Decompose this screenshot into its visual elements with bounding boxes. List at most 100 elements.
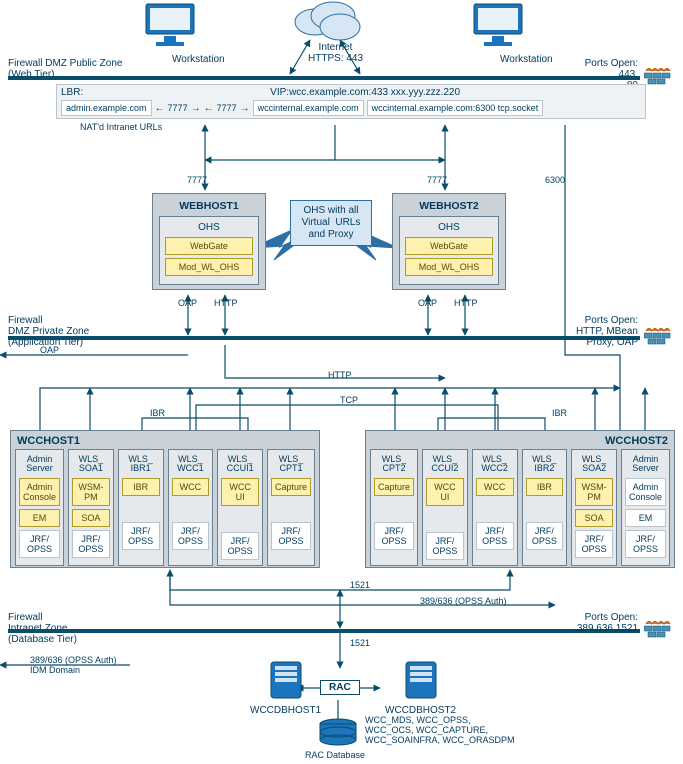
internet-label: Internet HTTPS: 443 bbox=[308, 42, 363, 64]
col-title: WLS_ SOA1 bbox=[72, 453, 110, 475]
component-chip: WCC UI bbox=[221, 478, 259, 506]
component-chip: SOA bbox=[575, 509, 613, 527]
managed-server-col: WLS_ CCUI2WCC UIJRF/ OPSS bbox=[422, 449, 468, 566]
component-chip: JRF/ OPSS bbox=[19, 530, 60, 558]
col-title: Admin Server bbox=[19, 453, 60, 475]
webhost2-title: WEBHOST2 bbox=[399, 200, 499, 212]
lbr-vip: VIP:wcc.example.com:433 xxx.yyy.zzz.220 bbox=[89, 87, 641, 98]
webhost1-title: WEBHOST1 bbox=[159, 200, 259, 212]
col-title: Admin Server bbox=[625, 453, 666, 475]
wcchost2: WCCHOST2 WLS_ CPT2CaptureJRF/ OPSSWLS_ C… bbox=[365, 430, 675, 568]
component-chip: Admin Console bbox=[625, 478, 666, 506]
component-chip: JRF/ OPSS bbox=[122, 522, 160, 550]
db-schemas: WCC_MDS, WCC_OPSS, WCC_OCS, WCC_CAPTURE,… bbox=[365, 715, 515, 745]
component-chip: Capture bbox=[271, 478, 311, 496]
fw2-ibr-r: IBR bbox=[552, 408, 567, 418]
managed-server-col: WLS_ SOA1 WSM- PM SOA JRF/ OPSS bbox=[68, 449, 114, 566]
proto-oap2: OAP bbox=[418, 298, 437, 308]
lbr-nat-label: NAT'd Intranet URLs bbox=[80, 122, 162, 132]
proto-http2: HTTP bbox=[454, 298, 478, 308]
webhost1-mod: Mod_WL_OHS bbox=[165, 258, 253, 276]
server-icon bbox=[265, 660, 307, 702]
proto-http1: HTTP bbox=[214, 298, 238, 308]
component-chip: JRF/ OPSS bbox=[271, 522, 311, 550]
component-chip: EM bbox=[19, 509, 60, 527]
managed-server-col: WLS_ SOA2WSM- PMSOAJRF/ OPSS bbox=[571, 449, 617, 566]
workstation-left-icon bbox=[142, 2, 198, 50]
internet-name: Internet bbox=[308, 42, 363, 53]
webhost2: WEBHOST2 OHS WebGate Mod_WL_OHS bbox=[392, 193, 506, 290]
component-chip: WSM- PM bbox=[72, 478, 110, 506]
fw2-left-label: Firewall DMZ Private Zone (Application T… bbox=[8, 315, 89, 348]
component-chip: JRF/ OPSS bbox=[172, 522, 210, 550]
col-title: WLS_ CCUI1 bbox=[221, 453, 259, 475]
col-title: WLS_ CPT1 bbox=[271, 453, 311, 475]
fw2-right-label: Ports Open: HTTP, MBean Proxy, OAP bbox=[573, 315, 638, 348]
port-6300: 6300 bbox=[545, 175, 565, 185]
component-chip: SOA bbox=[72, 509, 110, 527]
workstation-left-label: Workstation bbox=[172, 54, 225, 65]
dbhost1-label: WCCDBHOST1 bbox=[250, 705, 321, 716]
workstation-right-label: Workstation bbox=[500, 54, 553, 65]
dbhost2: WCCDBHOST2 bbox=[385, 660, 456, 716]
fw3-bar bbox=[8, 629, 640, 633]
webhost2-ohs-label: OHS bbox=[405, 222, 493, 233]
rac-db-label: RAC Database bbox=[305, 750, 365, 760]
managed-server-col: WLS_ WCC2WCCJRF/ OPSS bbox=[472, 449, 518, 566]
lbr-url-socket: wccinternal.example.com:6300 tcp.socket bbox=[367, 100, 544, 116]
lbr-url-internal: wccinternal.example.com bbox=[253, 100, 364, 116]
webhost1-ohs-label: OHS bbox=[165, 222, 253, 233]
port-1521-bottom: 1521 bbox=[350, 638, 370, 648]
proto-oap1: OAP bbox=[178, 298, 197, 308]
ohs-center: OHS with all Virtual URLs and Proxy bbox=[290, 200, 372, 246]
managed-server-col: WLS_ CPT1 Capture JRF/ OPSS bbox=[267, 449, 315, 566]
component-chip: WCC UI bbox=[426, 478, 464, 506]
webhost1-ohs: OHS WebGate Mod_WL_OHS bbox=[159, 216, 259, 285]
webhost1: WEBHOST1 OHS WebGate Mod_WL_OHS bbox=[152, 193, 266, 290]
wcchost1-title: WCCHOST1 bbox=[17, 435, 80, 447]
fw2-icon bbox=[644, 325, 672, 350]
component-chip: JRF/ OPSS bbox=[526, 522, 564, 550]
component-chip: JRF/ OPSS bbox=[221, 532, 259, 560]
managed-server-col: Admin ServerAdmin ConsoleEMJRF/ OPSS bbox=[621, 449, 670, 566]
opss-auth: 389/636 (OPSS Auth) bbox=[420, 596, 507, 606]
component-chip: WSM- PM bbox=[575, 478, 613, 506]
managed-server-col: WLS_ IBR2 IBR JRF/ OPSS bbox=[522, 449, 568, 566]
lbr-prefix: LBR: bbox=[61, 87, 83, 98]
fw2-oap: OAP bbox=[40, 345, 59, 355]
col-title: WLS_ CCUI2 bbox=[426, 453, 464, 475]
col-title: WLS_ IBR2 bbox=[526, 453, 564, 475]
component-chip: IBR bbox=[526, 478, 564, 496]
col-title: WLS_ WCC1 bbox=[172, 453, 210, 475]
webhost2-mod: Mod_WL_OHS bbox=[405, 258, 493, 276]
managed-server-col: WLS_ CCUI1 WCC UI JRF/ OPSS bbox=[217, 449, 263, 566]
managed-server-col: WLS_ IBR1IBRJRF/ OPSS bbox=[118, 449, 164, 566]
lbr-box: LBR: VIP:wcc.example.com:433 xxx.yyy.zzz… bbox=[56, 84, 646, 119]
webhost2-webgate: WebGate bbox=[405, 237, 493, 255]
managed-server-col: Admin Server Admin Console EM JRF/ OPSS bbox=[15, 449, 64, 566]
col-title: WLS_ CPT2 bbox=[374, 453, 414, 475]
fw2-tcp: TCP bbox=[340, 395, 358, 405]
component-chip: WCC bbox=[172, 478, 210, 496]
webhost2-ohs: OHS WebGate Mod_WL_OHS bbox=[399, 216, 499, 285]
server-icon bbox=[400, 660, 442, 702]
workstation-right-icon bbox=[470, 2, 526, 50]
port-7777-right: 7777 bbox=[427, 175, 447, 185]
lbr-url-admin: admin.example.com bbox=[61, 100, 152, 116]
fw3-right-label: Ports Open: 389,636,1521 bbox=[568, 612, 638, 634]
port-1521-mid: 1521 bbox=[350, 580, 370, 590]
managed-server-col: WLS_ CPT2CaptureJRF/ OPSS bbox=[370, 449, 418, 566]
lbr-port-7777-b: 7777 bbox=[217, 103, 237, 113]
component-chip: JRF/ OPSS bbox=[476, 522, 514, 550]
component-chip: JRF/ OPSS bbox=[575, 530, 613, 558]
col-title: WLS_ IBR1 bbox=[122, 453, 160, 475]
idm-label: 389/636 (OPSS Auth) IDM Domain bbox=[30, 655, 117, 675]
col-title: WLS_ WCC2 bbox=[476, 453, 514, 475]
rac-label: RAC bbox=[320, 680, 360, 695]
component-chip: JRF/ OPSS bbox=[625, 530, 666, 558]
fw2-bar bbox=[8, 336, 640, 340]
component-chip: JRF/ OPSS bbox=[374, 522, 414, 550]
component-chip: JRF/ OPSS bbox=[72, 530, 110, 558]
component-chip: Admin Console bbox=[19, 478, 60, 506]
internet-cloud-icon bbox=[285, 0, 365, 48]
